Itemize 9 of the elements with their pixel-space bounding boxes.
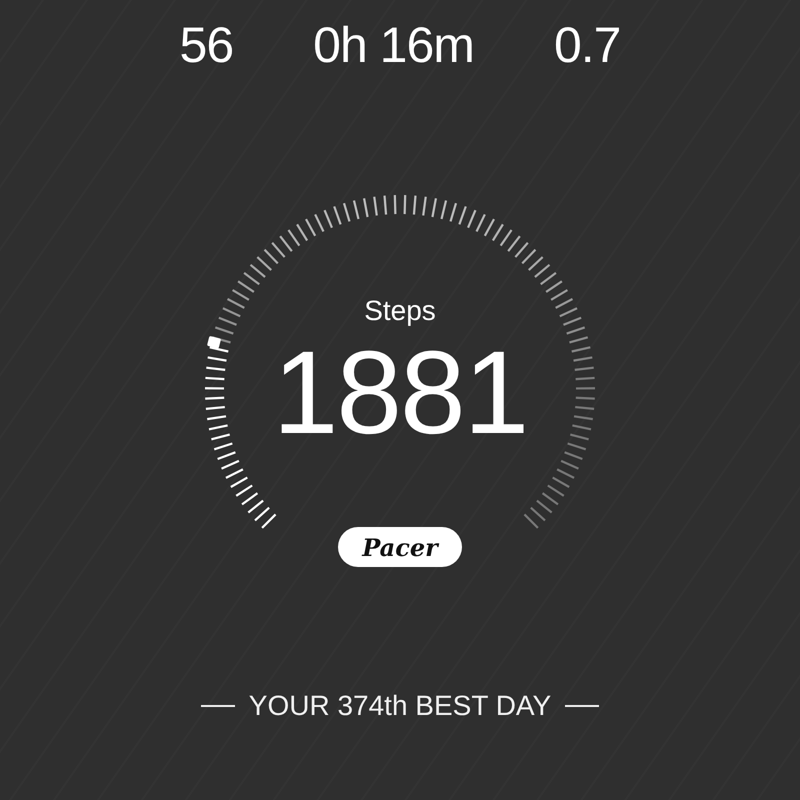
stat-value: 0.7 xyxy=(554,20,620,70)
stat-value: 56 xyxy=(180,20,234,70)
steps-count: 1881 xyxy=(272,334,528,452)
dash-line xyxy=(200,705,235,707)
stat-value: 0h 16m xyxy=(313,20,474,70)
steps-label: Steps xyxy=(364,294,436,328)
brand-logo: Pacer xyxy=(338,527,462,567)
rank-text: YOUR 374th BEST DAY xyxy=(248,690,552,722)
dash-line xyxy=(565,705,600,707)
